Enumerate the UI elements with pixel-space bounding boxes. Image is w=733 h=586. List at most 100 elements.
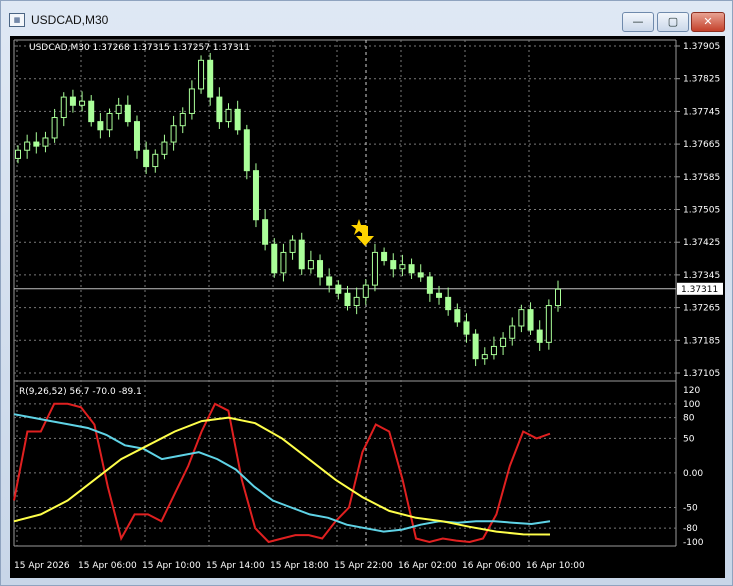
time-label: 15 Apr 10:00 bbox=[142, 561, 201, 571]
candle-body bbox=[408, 264, 415, 274]
chart-svg[interactable]: 1.37905 1.37825 1.37745 1.37665 1.37585 1.375… bbox=[10, 36, 725, 578]
candle-body bbox=[262, 219, 269, 245]
candle-body bbox=[143, 149, 150, 168]
price-label: 1.37825 bbox=[683, 75, 720, 85]
titlebar[interactable]: ▦ USDCAD,M30 — ▢ ✕ bbox=[1, 1, 732, 35]
candle-body bbox=[545, 305, 552, 343]
candle-body bbox=[454, 309, 461, 323]
candle-body bbox=[555, 288, 561, 307]
price-label: 1.37185 bbox=[683, 336, 720, 346]
candle-body bbox=[170, 125, 177, 143]
candle-body bbox=[536, 329, 543, 343]
candle-body bbox=[527, 309, 534, 331]
candle-body bbox=[152, 153, 159, 168]
candle-body bbox=[243, 129, 250, 172]
close-button[interactable]: ✕ bbox=[691, 12, 725, 32]
candle-body bbox=[335, 284, 342, 294]
candle-body bbox=[133, 121, 140, 151]
candle-body bbox=[271, 243, 278, 274]
symbol-info: USDCAD,M30 1.37268 1.37315 1.37257 1.373… bbox=[29, 43, 250, 53]
indicator-label: R(9,26,52) 56.7 -70.0 -89.1 bbox=[19, 387, 142, 397]
time-label: 16 Apr 10:00 bbox=[526, 561, 585, 571]
candle-body bbox=[362, 284, 369, 298]
candle-body bbox=[490, 345, 497, 356]
price-label: 1.37585 bbox=[683, 173, 720, 183]
candle-body bbox=[207, 59, 214, 98]
candle-body bbox=[381, 251, 388, 262]
candle-body bbox=[124, 104, 131, 123]
time-label: 15 Apr 18:00 bbox=[270, 561, 329, 571]
candle-body bbox=[51, 117, 58, 139]
candle-body bbox=[298, 239, 305, 270]
indicator-level-label: 0.00 bbox=[683, 469, 703, 479]
indicator-level-label: -50 bbox=[683, 503, 698, 513]
candle-body bbox=[518, 309, 525, 327]
price-label: 1.37345 bbox=[683, 271, 720, 281]
chart-window: ▦ USDCAD,M30 — ▢ ✕ 1.37905 1.37825 1.37745… bbox=[0, 0, 733, 586]
time-label: 15 Apr 14:00 bbox=[206, 561, 265, 571]
chart-area[interactable]: 1.37905 1.37825 1.37745 1.37665 1.37585 1.375… bbox=[10, 36, 725, 578]
candle-body bbox=[198, 59, 205, 90]
indicator-level-label: -80 bbox=[683, 524, 698, 534]
candle-body bbox=[326, 276, 333, 286]
candle-body bbox=[353, 296, 360, 307]
candle-body bbox=[317, 260, 324, 278]
candle-body bbox=[371, 251, 378, 286]
price-label: 1.37505 bbox=[683, 206, 720, 216]
candle-body bbox=[280, 251, 287, 274]
time-label: 15 Apr 2026 bbox=[14, 561, 70, 571]
candle-body bbox=[97, 121, 104, 131]
indicator-line-r52 bbox=[13, 416, 551, 536]
candle-body bbox=[500, 337, 507, 347]
candle-body bbox=[188, 88, 195, 114]
candle-body bbox=[15, 149, 21, 159]
indicator-level-label: 50 bbox=[683, 434, 695, 444]
price-label: 1.37105 bbox=[683, 369, 720, 379]
time-label: 16 Apr 06:00 bbox=[462, 561, 521, 571]
indicator-level-label: 120 bbox=[683, 386, 700, 396]
candle-body bbox=[24, 141, 31, 151]
candle-body bbox=[307, 260, 314, 270]
price-label: 1.37425 bbox=[683, 238, 720, 248]
candle-body bbox=[509, 325, 516, 339]
candle-body bbox=[42, 137, 49, 147]
candle-body bbox=[463, 321, 470, 335]
candle-body bbox=[234, 108, 241, 131]
candle-body bbox=[390, 260, 397, 270]
candle-body bbox=[69, 96, 76, 106]
candle-body bbox=[33, 141, 40, 147]
price-label: 1.37745 bbox=[683, 107, 720, 117]
window-title: USDCAD,M30 bbox=[31, 13, 109, 27]
candle-body bbox=[179, 112, 186, 127]
current-price-label: 1.37311 bbox=[681, 285, 718, 295]
candle-body bbox=[161, 141, 168, 155]
price-label: 1.37665 bbox=[683, 140, 720, 150]
maximize-button[interactable]: ▢ bbox=[657, 12, 689, 32]
price-label: 1.37265 bbox=[683, 304, 720, 314]
candle-body bbox=[60, 96, 67, 119]
price-label: 1.37905 bbox=[683, 42, 720, 52]
candle-body bbox=[417, 272, 424, 278]
candle-body bbox=[399, 264, 406, 270]
indicator-level-label: -100 bbox=[683, 538, 704, 548]
candle-body bbox=[106, 112, 113, 131]
candle-body bbox=[472, 333, 479, 360]
candle-body bbox=[115, 104, 122, 114]
candle-body bbox=[216, 96, 223, 123]
time-label: 15 Apr 06:00 bbox=[78, 561, 137, 571]
candle-body bbox=[225, 108, 232, 123]
candle-body bbox=[88, 100, 95, 123]
chart-window-icon: ▦ bbox=[9, 13, 25, 27]
candle-body bbox=[344, 292, 351, 307]
candle-body bbox=[445, 296, 452, 311]
candle-body bbox=[481, 354, 488, 360]
candle-body bbox=[426, 276, 433, 294]
candle-body bbox=[252, 170, 259, 221]
minimize-button[interactable]: — bbox=[622, 12, 654, 32]
indicator-level-label: 100 bbox=[683, 400, 700, 410]
time-label: 16 Apr 02:00 bbox=[398, 561, 457, 571]
candle-body bbox=[289, 239, 296, 253]
candle-body bbox=[436, 292, 443, 298]
time-label: 15 Apr 22:00 bbox=[334, 561, 393, 571]
candle-body bbox=[79, 100, 86, 106]
